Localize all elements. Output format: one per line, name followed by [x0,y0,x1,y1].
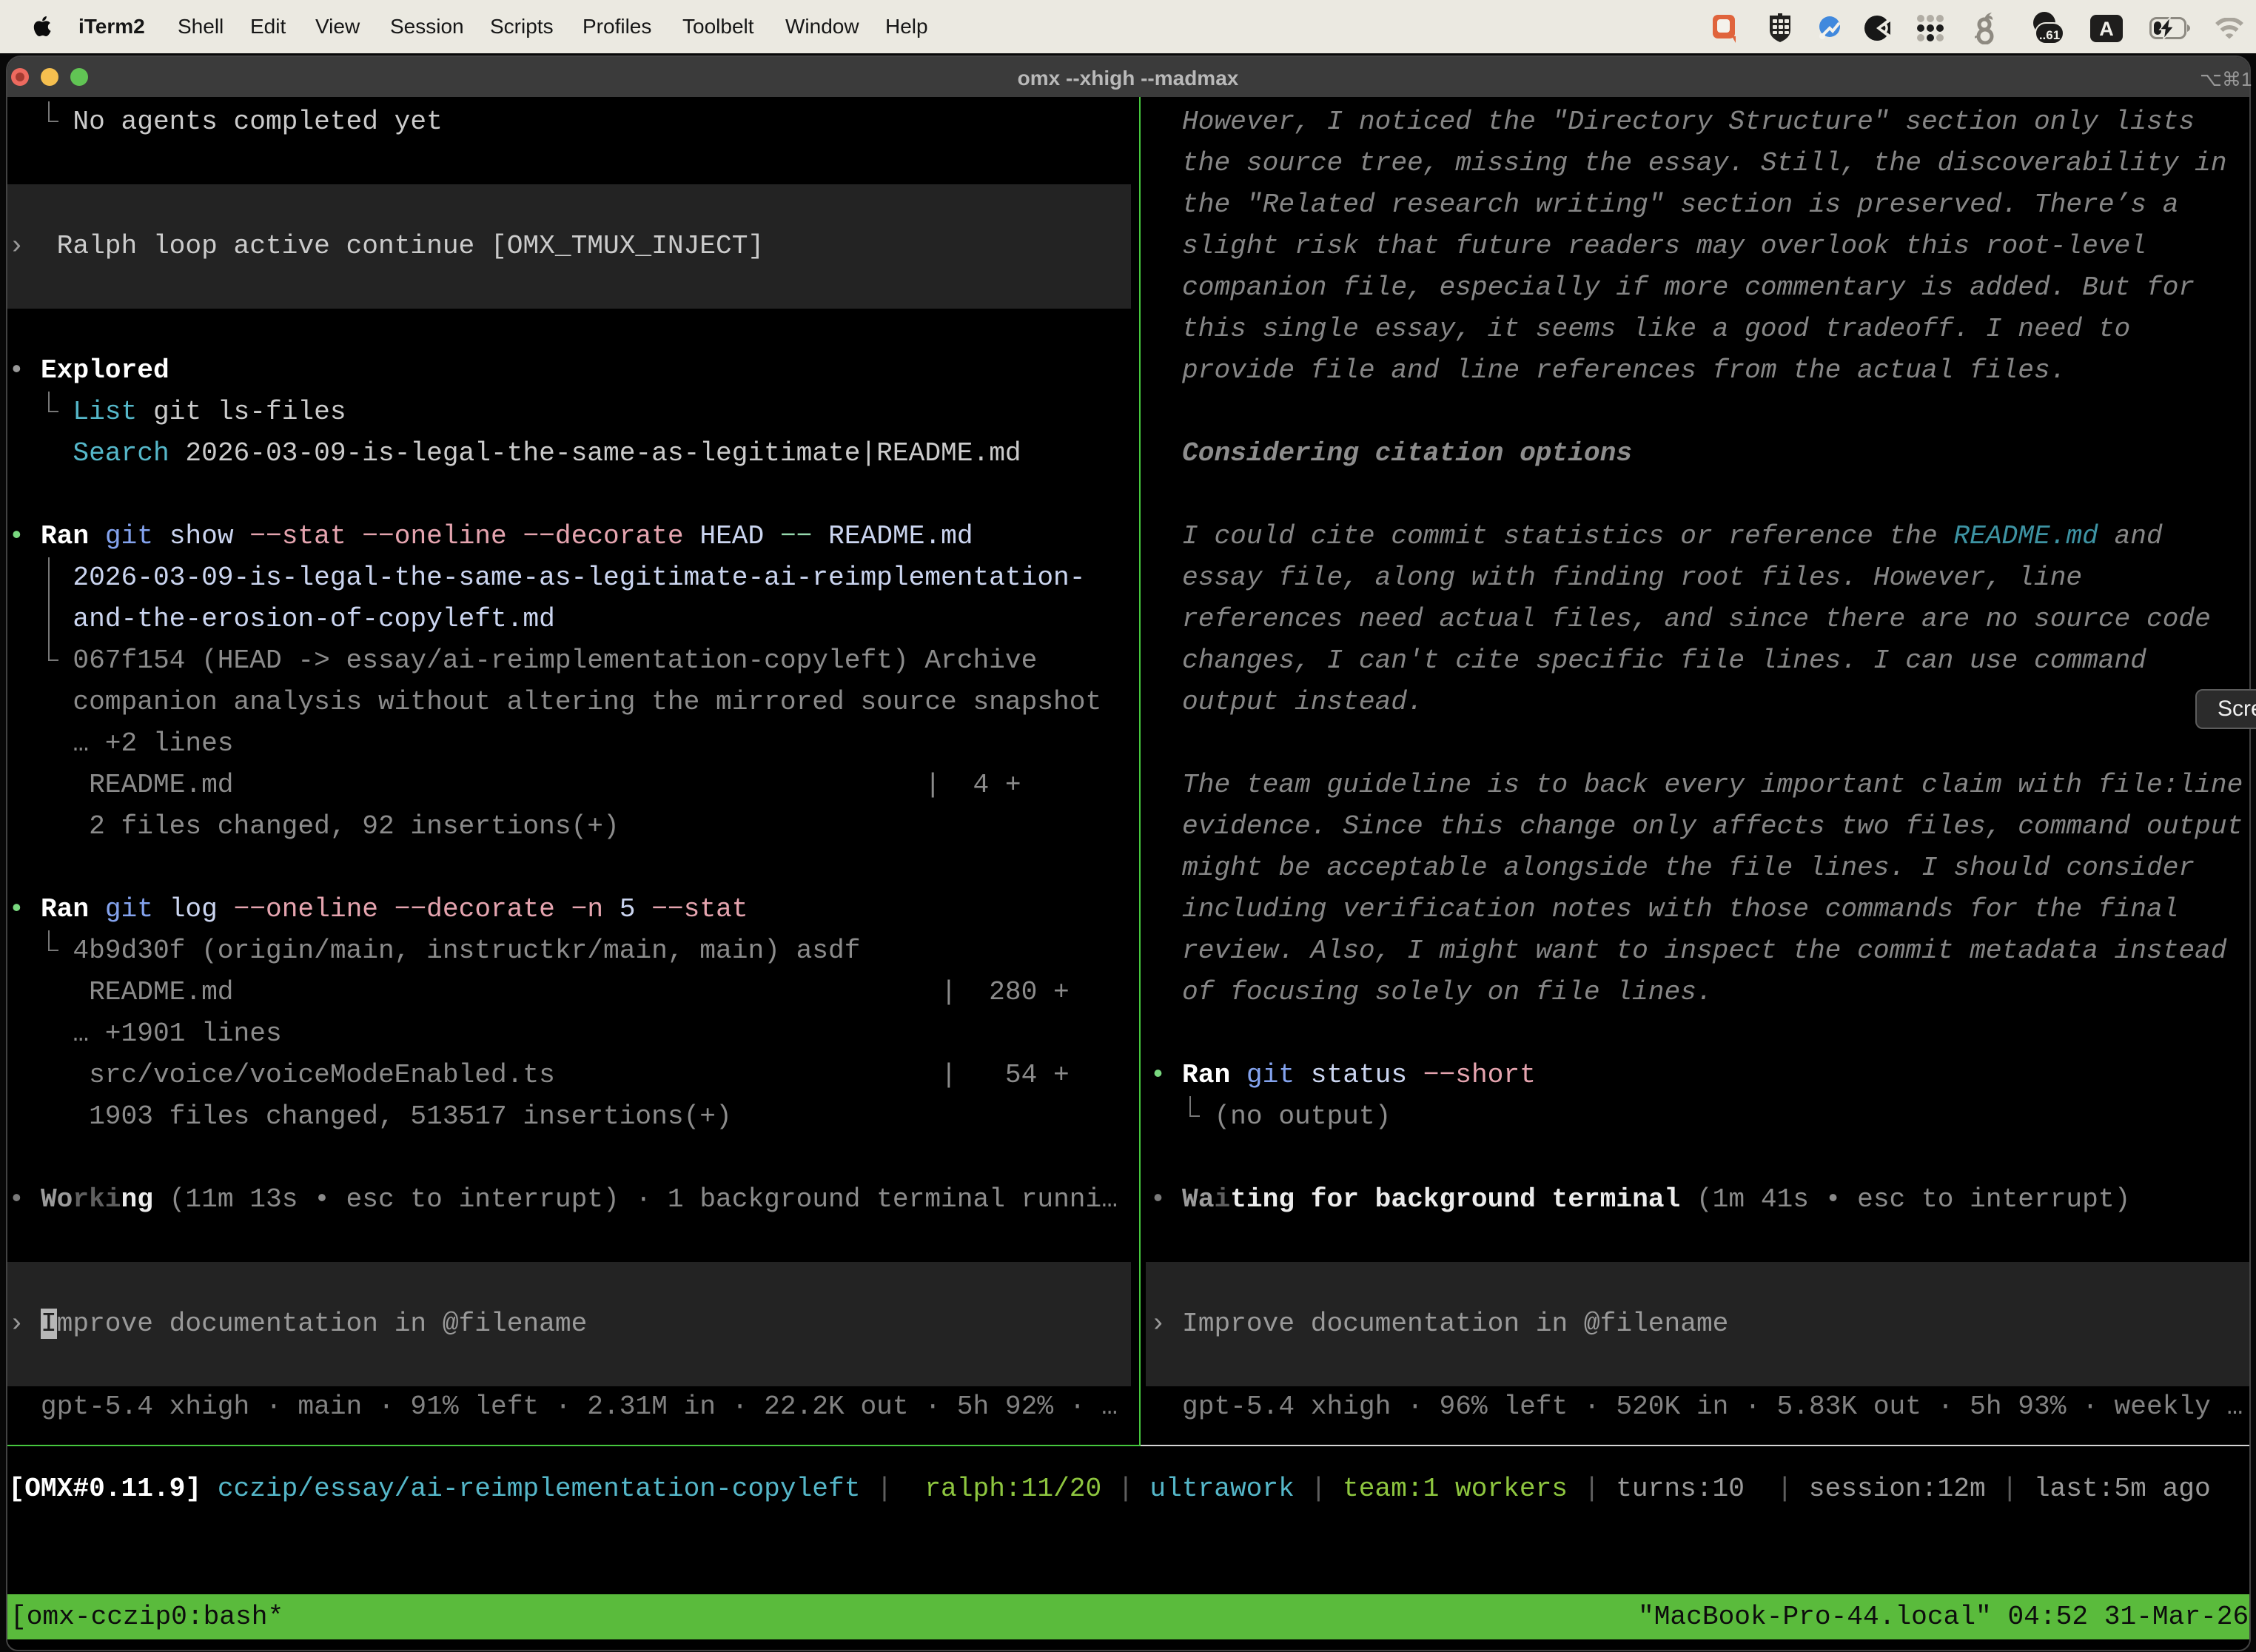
svg-text:..61: ..61 [2039,28,2060,42]
